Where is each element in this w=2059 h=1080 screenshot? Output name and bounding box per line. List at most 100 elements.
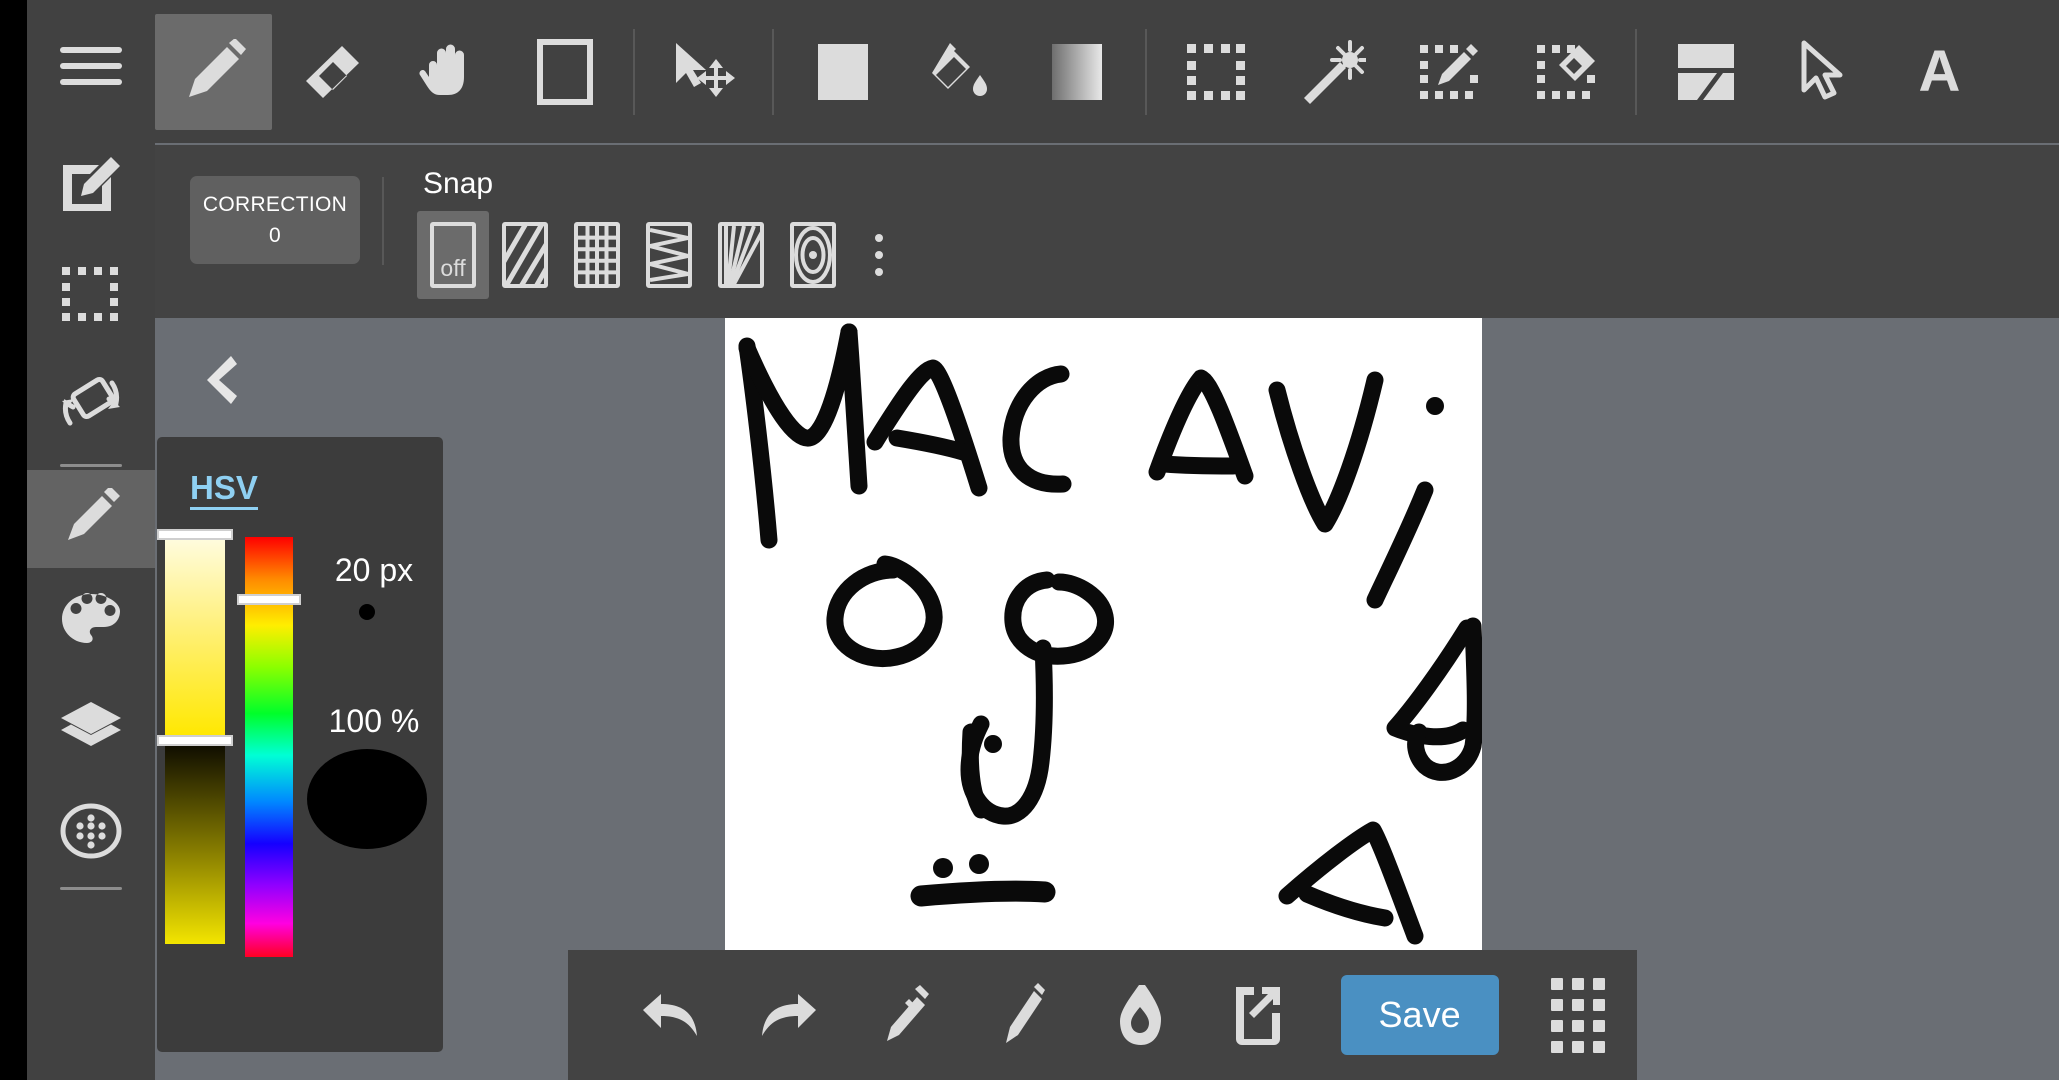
toolbar-divider-1 bbox=[633, 28, 635, 115]
gradient-icon bbox=[1049, 41, 1105, 103]
move-tool[interactable] bbox=[645, 0, 762, 143]
materials-icon bbox=[60, 802, 122, 860]
back-button[interactable] bbox=[185, 345, 255, 415]
snap-grid-button[interactable] bbox=[561, 211, 633, 299]
eyedropper-icon bbox=[881, 983, 931, 1047]
select-pen-icon bbox=[1418, 41, 1482, 103]
undo-button[interactable] bbox=[612, 950, 729, 1080]
eraser-icon bbox=[299, 40, 363, 104]
sidebar-item-new-canvas[interactable] bbox=[27, 132, 155, 240]
sidebar-item-brush[interactable] bbox=[27, 470, 155, 568]
sidebar-item-menu[interactable] bbox=[27, 0, 155, 132]
snap-off-label: off bbox=[440, 255, 466, 281]
snap-row: off bbox=[417, 211, 909, 299]
brush-icon bbox=[60, 488, 122, 550]
shape-tool[interactable] bbox=[506, 0, 623, 143]
kebab-dot bbox=[875, 268, 883, 276]
magic-wand-icon bbox=[1300, 39, 1366, 104]
snap-radial-box bbox=[718, 222, 764, 288]
tool-row: A bbox=[155, 0, 1998, 143]
brush-size-label: 20 px bbox=[334, 552, 414, 588]
layers-icon bbox=[59, 700, 123, 752]
snap-parallel-box bbox=[502, 222, 548, 288]
bucket-tool[interactable] bbox=[901, 0, 1018, 143]
hand-tool[interactable] bbox=[389, 0, 506, 143]
opacity-label: 100 % bbox=[328, 703, 420, 739]
save-button[interactable]: Save bbox=[1340, 975, 1499, 1055]
saturation-slider[interactable] bbox=[157, 529, 233, 737]
select-pen-tool[interactable] bbox=[1391, 0, 1508, 143]
hue-thumb[interactable] bbox=[237, 594, 301, 605]
sidebar-item-selection[interactable] bbox=[27, 240, 155, 348]
snap-radial-button[interactable] bbox=[705, 211, 777, 299]
sidebar-item-materials[interactable] bbox=[27, 778, 155, 883]
current-color-swatch[interactable] bbox=[307, 749, 427, 849]
menu-icon bbox=[58, 43, 124, 89]
sidebar-item-layers[interactable] bbox=[27, 673, 155, 778]
snap-label: Snap bbox=[423, 167, 494, 200]
redo-button[interactable] bbox=[729, 950, 846, 1080]
drawing-canvas[interactable] bbox=[725, 318, 1482, 950]
magic-wand-tool[interactable] bbox=[1274, 0, 1391, 143]
brush-size-preview bbox=[359, 604, 375, 620]
snap-concentric-button[interactable] bbox=[777, 211, 849, 299]
correction-value: 0 bbox=[269, 224, 281, 247]
pen-tool[interactable] bbox=[155, 0, 272, 143]
grid-dots-icon bbox=[1550, 977, 1605, 1053]
tool-options-bar: CORRECTION 0 Snap off bbox=[155, 145, 2059, 318]
all-tools-button[interactable] bbox=[1519, 950, 1637, 1080]
eyedropper-button[interactable] bbox=[847, 950, 964, 1080]
select-eraser-tool[interactable] bbox=[1508, 0, 1625, 143]
pencil-button[interactable] bbox=[964, 950, 1081, 1080]
value-slider[interactable] bbox=[157, 735, 233, 944]
eraser-button[interactable] bbox=[1082, 950, 1199, 1080]
gradient-tool[interactable] bbox=[1018, 0, 1135, 143]
toolbar-divider-4 bbox=[1635, 28, 1637, 115]
pencil-icon bbox=[1000, 983, 1046, 1047]
select-eraser-icon bbox=[1535, 41, 1599, 103]
snap-more-button[interactable] bbox=[849, 211, 909, 299]
chevron-left-icon bbox=[197, 352, 243, 408]
artwork bbox=[738, 323, 1482, 945]
export-button[interactable] bbox=[1199, 950, 1316, 1080]
eraser-icon bbox=[1117, 983, 1163, 1047]
redo-arrow-icon bbox=[758, 992, 818, 1038]
sidebar-divider-bottom bbox=[27, 883, 155, 893]
sidebar-divider bbox=[27, 460, 155, 470]
new-canvas-icon bbox=[59, 155, 123, 217]
correction-button[interactable]: CORRECTION 0 bbox=[190, 176, 360, 264]
snap-perspective-box bbox=[646, 222, 692, 288]
marquee-select-tool[interactable] bbox=[1157, 0, 1274, 143]
hsv-panel-title[interactable]: HSV bbox=[190, 470, 258, 510]
snap-off-button[interactable]: off bbox=[417, 211, 489, 299]
cursor-tool[interactable] bbox=[1764, 0, 1881, 143]
snap-perspective-button[interactable] bbox=[633, 211, 705, 299]
dashed-rectangle-icon bbox=[1185, 42, 1247, 102]
selection-icon bbox=[60, 265, 122, 323]
kebab-dot bbox=[875, 234, 883, 242]
snap-off-box: off bbox=[430, 222, 476, 288]
saturation-thumb[interactable] bbox=[157, 529, 233, 540]
sidebar-item-palette[interactable] bbox=[27, 568, 155, 673]
undo-arrow-icon bbox=[641, 992, 701, 1038]
kebab-dot bbox=[875, 251, 883, 259]
arrow-cursor-icon bbox=[1798, 40, 1848, 104]
palette-icon bbox=[60, 592, 122, 650]
transform-tool[interactable] bbox=[1647, 0, 1764, 143]
hsv-color-panel: HSV 20 px 100 % bbox=[157, 437, 443, 1052]
snap-parallel-button[interactable] bbox=[489, 211, 561, 299]
fill-rect-tool[interactable] bbox=[784, 0, 901, 143]
sidebar-item-rotate-canvas[interactable] bbox=[27, 348, 155, 460]
hue-slider[interactable] bbox=[237, 537, 301, 957]
move-cursor-icon bbox=[668, 39, 740, 105]
options-divider bbox=[382, 177, 384, 265]
rotate-canvas-icon bbox=[56, 371, 126, 437]
value-thumb[interactable] bbox=[157, 735, 233, 746]
snap-grid-box bbox=[574, 222, 620, 288]
save-button-label: Save bbox=[1378, 994, 1461, 1035]
text-tool[interactable]: A bbox=[1881, 0, 1998, 143]
eraser-tool[interactable] bbox=[272, 0, 389, 143]
snap-concentric-box bbox=[790, 222, 836, 288]
transform-icon bbox=[1675, 41, 1737, 103]
toolbar-divider-2 bbox=[772, 28, 774, 115]
